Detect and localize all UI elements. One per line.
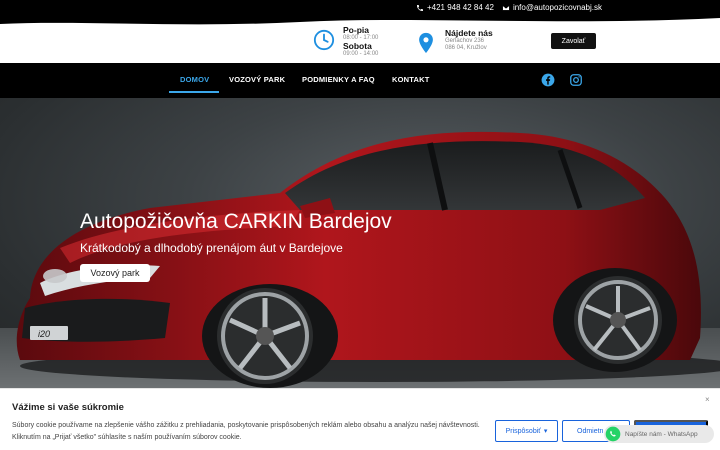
location-city: 086 04, Kružlov	[445, 45, 487, 51]
cookie-title: Vážime si vaše súkromie	[12, 402, 124, 413]
envelope-icon	[502, 4, 510, 11]
close-icon[interactable]: ×	[705, 395, 710, 404]
whatsapp-label: Napíšte nám - WhatsApp	[625, 430, 698, 438]
reject-label: Odmietn	[577, 427, 604, 435]
caret-down-icon: ▾	[543, 428, 548, 435]
hero-section: i20 Autopožičovňa CARKIN Bardejov Krátko…	[0, 98, 720, 388]
cookie-text: Súbory cookie používame na zlepšenie váš…	[12, 422, 480, 441]
call-button[interactable]: Zavolať	[551, 33, 596, 49]
whatsapp-icon	[605, 426, 621, 442]
location-info: Nájdete nás Gerlachov 236 086 04, Kružlo…	[415, 29, 493, 54]
active-nav-indicator	[169, 91, 219, 93]
hero-subtitle: Krátkodobý a dlhodobý prenájom áut v Bar…	[80, 241, 343, 255]
hero-title: Autopožičovňa CARKIN Bardejov	[80, 210, 392, 233]
customize-label: Prispôsobiť	[505, 427, 541, 435]
map-pin-icon	[419, 32, 433, 54]
weekday-label: Po-pia	[343, 25, 369, 35]
whatsapp-chat-button[interactable]: Napíšte nám - WhatsApp	[604, 425, 714, 443]
nav-item-fleet[interactable]: VOZOVÝ PARK	[229, 75, 285, 84]
email-address: info@autopozicovnabj.sk	[512, 3, 602, 12]
clock-icon	[313, 29, 335, 51]
nav-item-contact[interactable]: KONTAKT	[392, 75, 430, 84]
facebook-icon[interactable]	[541, 73, 555, 87]
nav-item-home[interactable]: DOMOV	[180, 75, 209, 84]
site-header: Po-pia 08:00 - 17:00 Sobota 09:00 - 14:0…	[0, 14, 720, 64]
phone-link[interactable]: +421 948 42 84 42	[416, 3, 494, 12]
phone-number: +421 948 42 84 42	[426, 3, 494, 12]
location-title: Nájdete nás	[445, 28, 493, 38]
main-navigation: DOMOV VOZOVÝ PARK PODMIENKY A FAQ KONTAK…	[0, 63, 720, 98]
plate-text: i20	[38, 329, 50, 339]
fleet-button[interactable]: Vozový park	[80, 264, 150, 282]
saturday-label: Sobota	[343, 41, 372, 51]
saturday-hours: 09:00 - 14:00	[343, 51, 379, 57]
contact-list: +421 948 42 84 42 info@autopozicovnabj.s…	[416, 3, 602, 12]
customize-button[interactable]: Prispôsobiť ▾	[495, 420, 558, 442]
phone-icon	[416, 4, 423, 11]
location-street: Gerlachov 236	[445, 38, 485, 44]
email-link[interactable]: info@autopozicovnabj.sk	[502, 3, 602, 12]
opening-hours: Po-pia 08:00 - 17:00 Sobota 09:00 - 14:0…	[313, 26, 378, 58]
nav-item-conditions-faq[interactable]: PODMIENKY A FAQ	[302, 75, 375, 84]
instagram-icon[interactable]	[569, 73, 583, 87]
